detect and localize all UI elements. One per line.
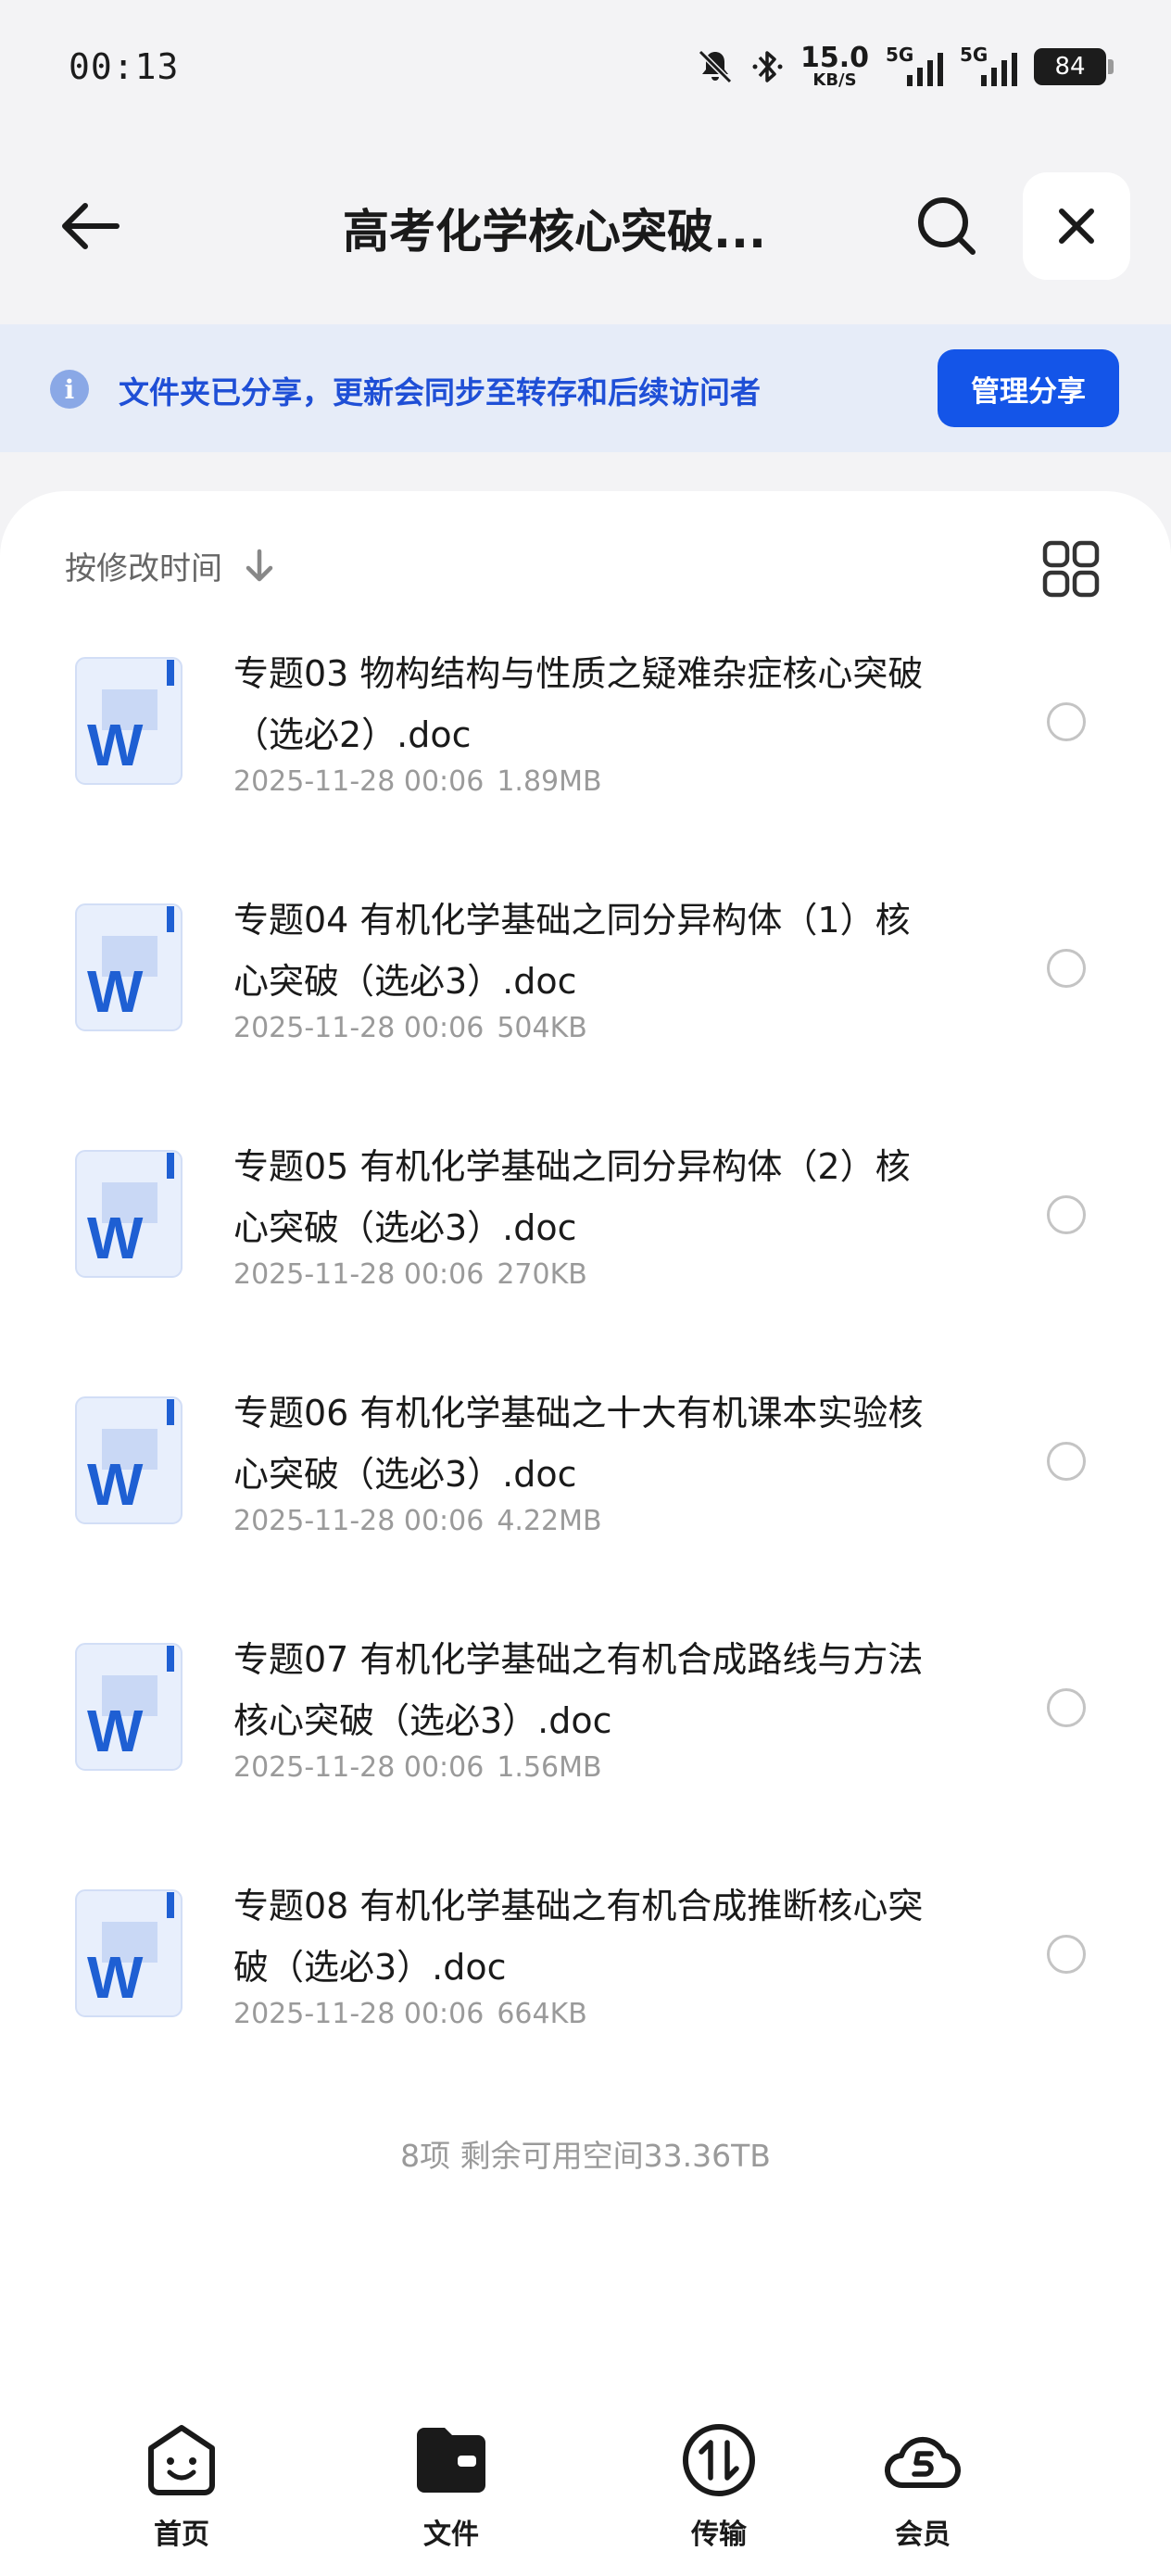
speed-unit: KB/S (812, 70, 857, 90)
nav-home[interactable]: 首页 (0, 2409, 363, 2576)
bottom-nav: 首页 文件 传输 会员 (0, 2409, 1171, 2576)
file-meta: 2025-11-28 00:06 4.22MB (233, 1505, 602, 1537)
storage-summary: 8项 剩余可用空间33.36TB (400, 2138, 771, 2174)
svg-text:W: W (87, 1451, 144, 1518)
file-row[interactable]: W 专题05 有机化学基础之同分异构体（2）核心突破（选必3）.doc 2025… (0, 1123, 1171, 1370)
file-size: 664KB (497, 1998, 587, 2030)
select-radio[interactable] (1047, 949, 1086, 988)
select-radio[interactable] (1047, 702, 1086, 741)
info-icon: i (50, 370, 89, 409)
file-date: 2025-11-28 00:06 (233, 1258, 485, 1291)
file-date: 2025-11-28 00:06 (233, 1505, 485, 1537)
file-name: 专题07 有机化学基础之有机合成路线与方法核心突破（选必3）.doc (233, 1639, 924, 1741)
word-doc-icon: W (75, 1396, 183, 1524)
file-size: 504KB (497, 1012, 587, 1044)
select-radio[interactable] (1047, 1935, 1086, 1974)
select-radio[interactable] (1047, 1688, 1086, 1727)
battery-icon: 84 (1034, 48, 1114, 85)
file-meta: 2025-11-28 00:06 270KB (233, 1258, 587, 1291)
close-button[interactable] (1023, 172, 1130, 280)
status-time: 00:13 (69, 46, 180, 87)
file-size: 4.22MB (497, 1505, 602, 1537)
network-speed: 15.0 KB/S (800, 44, 869, 89)
nav-files-label: 文件 (423, 2519, 479, 2551)
file-date: 2025-11-28 00:06 (233, 1998, 485, 2030)
svg-text:W: W (87, 958, 144, 1025)
search-button[interactable] (906, 185, 988, 267)
word-doc-icon: W (75, 1643, 183, 1771)
svg-text:W: W (87, 1698, 144, 1764)
file-size: 1.56MB (497, 1751, 602, 1784)
transfer-icon (683, 2424, 755, 2496)
word-doc-icon: W (75, 1150, 183, 1278)
word-doc-icon: W (75, 903, 183, 1031)
header: 高考化学核心突破... (0, 158, 1171, 297)
file-meta: 2025-11-28 00:06 1.89MB (233, 765, 602, 798)
share-notice-text: 文件夹已分享，更新会同步至转存和后续访问者 (119, 374, 761, 410)
share-banner: i 文件夹已分享，更新会同步至转存和后续访问者 管理分享 (0, 324, 1171, 452)
file-row[interactable]: W 专题06 有机化学基础之十大有机课本实验核心突破（选必3）.doc 2025… (0, 1370, 1171, 1616)
file-date: 2025-11-28 00:06 (233, 1751, 485, 1784)
file-row[interactable]: W 专题08 有机化学基础之有机合成推断核心突破（选必3）.doc 2025-1… (0, 1863, 1171, 2109)
folder-icon (417, 2428, 485, 2493)
file-date: 2025-11-28 00:06 (233, 765, 485, 798)
file-list-panel: 按修改时间 W 专题03 物构结构与性质之疑难杂症核心突破（选必2）.doc 2… (0, 491, 1171, 2576)
select-radio[interactable] (1047, 1195, 1086, 1234)
svg-text:W: W (87, 1944, 144, 2011)
file-name: 专题03 物构结构与性质之疑难杂症核心突破（选必2）.doc (233, 653, 924, 755)
nav-files[interactable]: 文件 (363, 2409, 539, 2576)
file-date: 2025-11-28 00:06 (233, 1012, 485, 1044)
battery-level: 84 (1054, 53, 1086, 81)
nav-transfer[interactable]: 传输 (539, 2409, 895, 2576)
nav-member-label: 会员 (895, 2519, 951, 2551)
speed-value: 15.0 (800, 42, 869, 74)
word-doc-icon: W (75, 1889, 183, 2017)
file-name: 专题06 有机化学基础之十大有机课本实验核心突破（选必3）.doc (233, 1393, 924, 1495)
file-name: 专题05 有机化学基础之同分异构体（2）核心突破（选必3）.doc (233, 1146, 911, 1248)
bluetooth-icon (752, 51, 783, 82)
file-meta: 2025-11-28 00:06 1.56MB (233, 1751, 602, 1784)
signal-icon: 5G (886, 44, 943, 90)
nav-transfer-label: 传输 (691, 2519, 747, 2551)
arrow-left-icon (62, 203, 120, 249)
file-row[interactable]: W 专题03 物构结构与性质之疑难杂症核心突破（选必2）.doc 2025-11… (0, 630, 1171, 877)
file-name: 专题08 有机化学基础之有机合成推断核心突破（选必3）.doc (233, 1886, 924, 1988)
nav-home-label: 首页 (154, 2519, 209, 2551)
file-meta: 2025-11-28 00:06 504KB (233, 1012, 587, 1044)
grid-view-icon (1042, 540, 1100, 598)
svg-text:W: W (87, 1205, 144, 1271)
cloud-s-icon (885, 2436, 961, 2489)
select-radio[interactable] (1047, 1442, 1086, 1481)
home-face-icon (148, 2425, 215, 2495)
file-name: 专题04 有机化学基础之同分异构体（1）核心突破（选必3）.doc (233, 900, 911, 1002)
nav-member[interactable]: 会员 (885, 2409, 1171, 2576)
status-bar: 00:13 15.0 KB/S 5G 5G 84 (0, 0, 1171, 139)
page-title: 高考化学核心突破... (343, 205, 766, 259)
file-meta: 2025-11-28 00:06 664KB (233, 1998, 587, 2030)
back-button[interactable] (48, 185, 130, 267)
sort-toggle[interactable]: 按修改时间 (65, 543, 276, 588)
search-icon (918, 197, 976, 255)
arrow-down-icon (246, 549, 273, 581)
mute-bell-icon (698, 49, 733, 84)
file-list: W 专题03 物构结构与性质之疑难杂症核心突破（选必2）.doc 2025-11… (0, 630, 1171, 2109)
file-row[interactable]: W 专题07 有机化学基础之有机合成路线与方法核心突破（选必3）.doc 202… (0, 1616, 1171, 1863)
file-row[interactable]: W 专题04 有机化学基础之同分异构体（1）核心突破（选必3）.doc 2025… (0, 877, 1171, 1123)
manage-share-button[interactable]: 管理分享 (938, 349, 1119, 427)
grid-view-button[interactable] (1041, 539, 1101, 599)
svg-text:W: W (87, 712, 144, 778)
sort-label: 按修改时间 (65, 550, 222, 587)
close-icon (1059, 208, 1094, 244)
word-doc-icon: W (75, 657, 183, 785)
file-size: 270KB (497, 1258, 587, 1291)
signal-icon-2: 5G (960, 44, 1017, 90)
status-icons: 15.0 KB/S 5G 5G 84 (695, 41, 1114, 93)
file-size: 1.89MB (497, 765, 602, 798)
